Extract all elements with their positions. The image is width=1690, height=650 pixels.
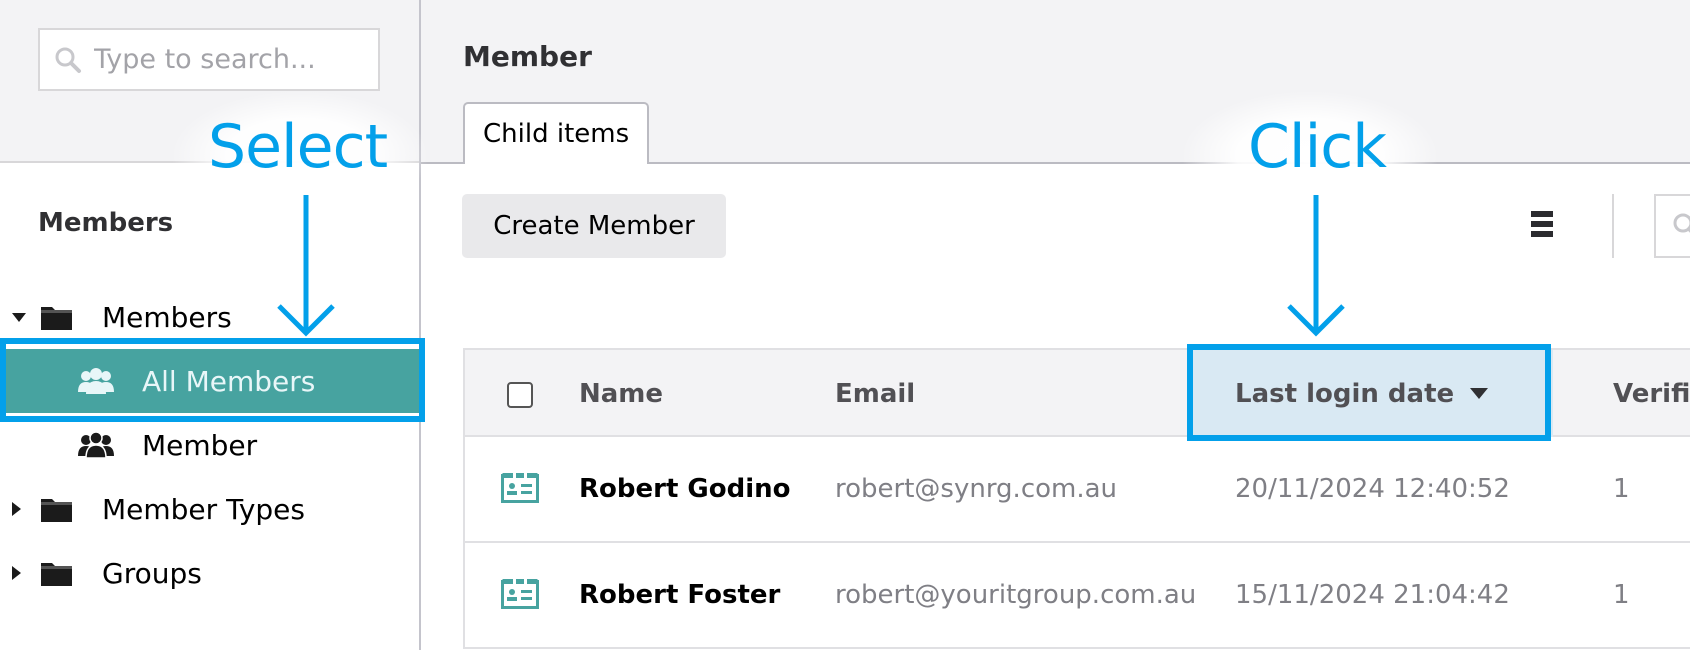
tab-label: Child items [483,119,630,149]
members-table: Name Email Last login date Verifie Rober… [463,348,1690,649]
member-verified: 1 [1613,580,1630,610]
sidebar: Members Members All Members Member [0,0,421,650]
folder-icon [40,304,73,331]
caret-right-icon[interactable] [12,502,21,516]
column-label: Email [835,378,916,409]
tab-child-items[interactable]: Child items [463,102,650,166]
column-label: Last login date [1235,378,1455,409]
tree-item-groups[interactable]: Groups [0,541,419,605]
member-card-icon [501,473,539,503]
sidebar-search-input[interactable] [94,44,374,75]
member-name[interactable]: Robert Godino [579,437,791,541]
list-menu-icon[interactable] [1531,211,1553,239]
column-label: Name [579,378,664,409]
folder-icon [40,560,73,587]
member-last-login: 15/11/2024 21:04:42 [1235,580,1510,610]
select-all-checkbox[interactable] [507,382,533,408]
toolbar-divider [1612,194,1614,258]
table-header: Name Email Last login date Verifie [465,348,1690,437]
tree-item-label: Groups [102,556,202,590]
tree-item-label: Members [102,300,232,334]
sidebar-search-box[interactable] [38,28,380,91]
tree-item-member[interactable]: Member [0,413,419,477]
column-header-email[interactable]: Email [835,350,915,437]
tree-item-label: Member [142,428,258,462]
member-name[interactable]: Robert Foster [579,543,780,647]
tree-item-member-types[interactable]: Member Types [0,477,419,541]
member-email: robert@youritgroup.com.au [835,580,1197,610]
search-icon [54,46,82,74]
table-row[interactable]: Robert Foster robert@youritgroup.com.au … [465,543,1690,649]
people-icon [78,368,114,394]
annotation-select-label: Select [208,112,388,182]
page-title: Member [463,40,592,73]
tree-item-members[interactable]: Members [0,285,419,349]
column-header-name[interactable]: Name [579,350,663,437]
people-icon [78,431,114,459]
column-header-last-login-date[interactable]: Last login date [1189,350,1553,437]
folder-icon [40,496,73,523]
column-header-verified[interactable]: Verifie [1613,350,1690,437]
search-icon [1672,212,1690,240]
sidebar-section-title: Members [38,208,174,238]
member-tree: Members All Members Member Member Types [0,285,419,605]
sort-descending-icon [1470,388,1489,399]
tree-item-label: All Members [142,364,316,398]
member-verified: 1 [1613,474,1630,504]
main-header: Member Child items [421,0,1690,166]
tree-item-label: Member Types [102,492,305,526]
annotation-click-label: Click [1248,112,1387,182]
create-member-button[interactable]: Create Member [462,194,726,258]
caret-down-icon[interactable] [12,312,26,322]
main-panel: Member Child items Create Member Name Em… [421,0,1690,650]
table-row[interactable]: Robert Godino robert@synrg.com.au 20/11/… [465,437,1690,543]
member-last-login: 20/11/2024 12:40:52 [1235,474,1510,504]
member-card-icon [501,579,539,609]
member-email: robert@synrg.com.au [835,474,1118,504]
caret-right-icon[interactable] [12,566,21,580]
table-search-box[interactable] [1654,194,1690,258]
tree-item-all-members[interactable]: All Members [0,349,419,413]
column-label: Verifie [1613,378,1690,409]
